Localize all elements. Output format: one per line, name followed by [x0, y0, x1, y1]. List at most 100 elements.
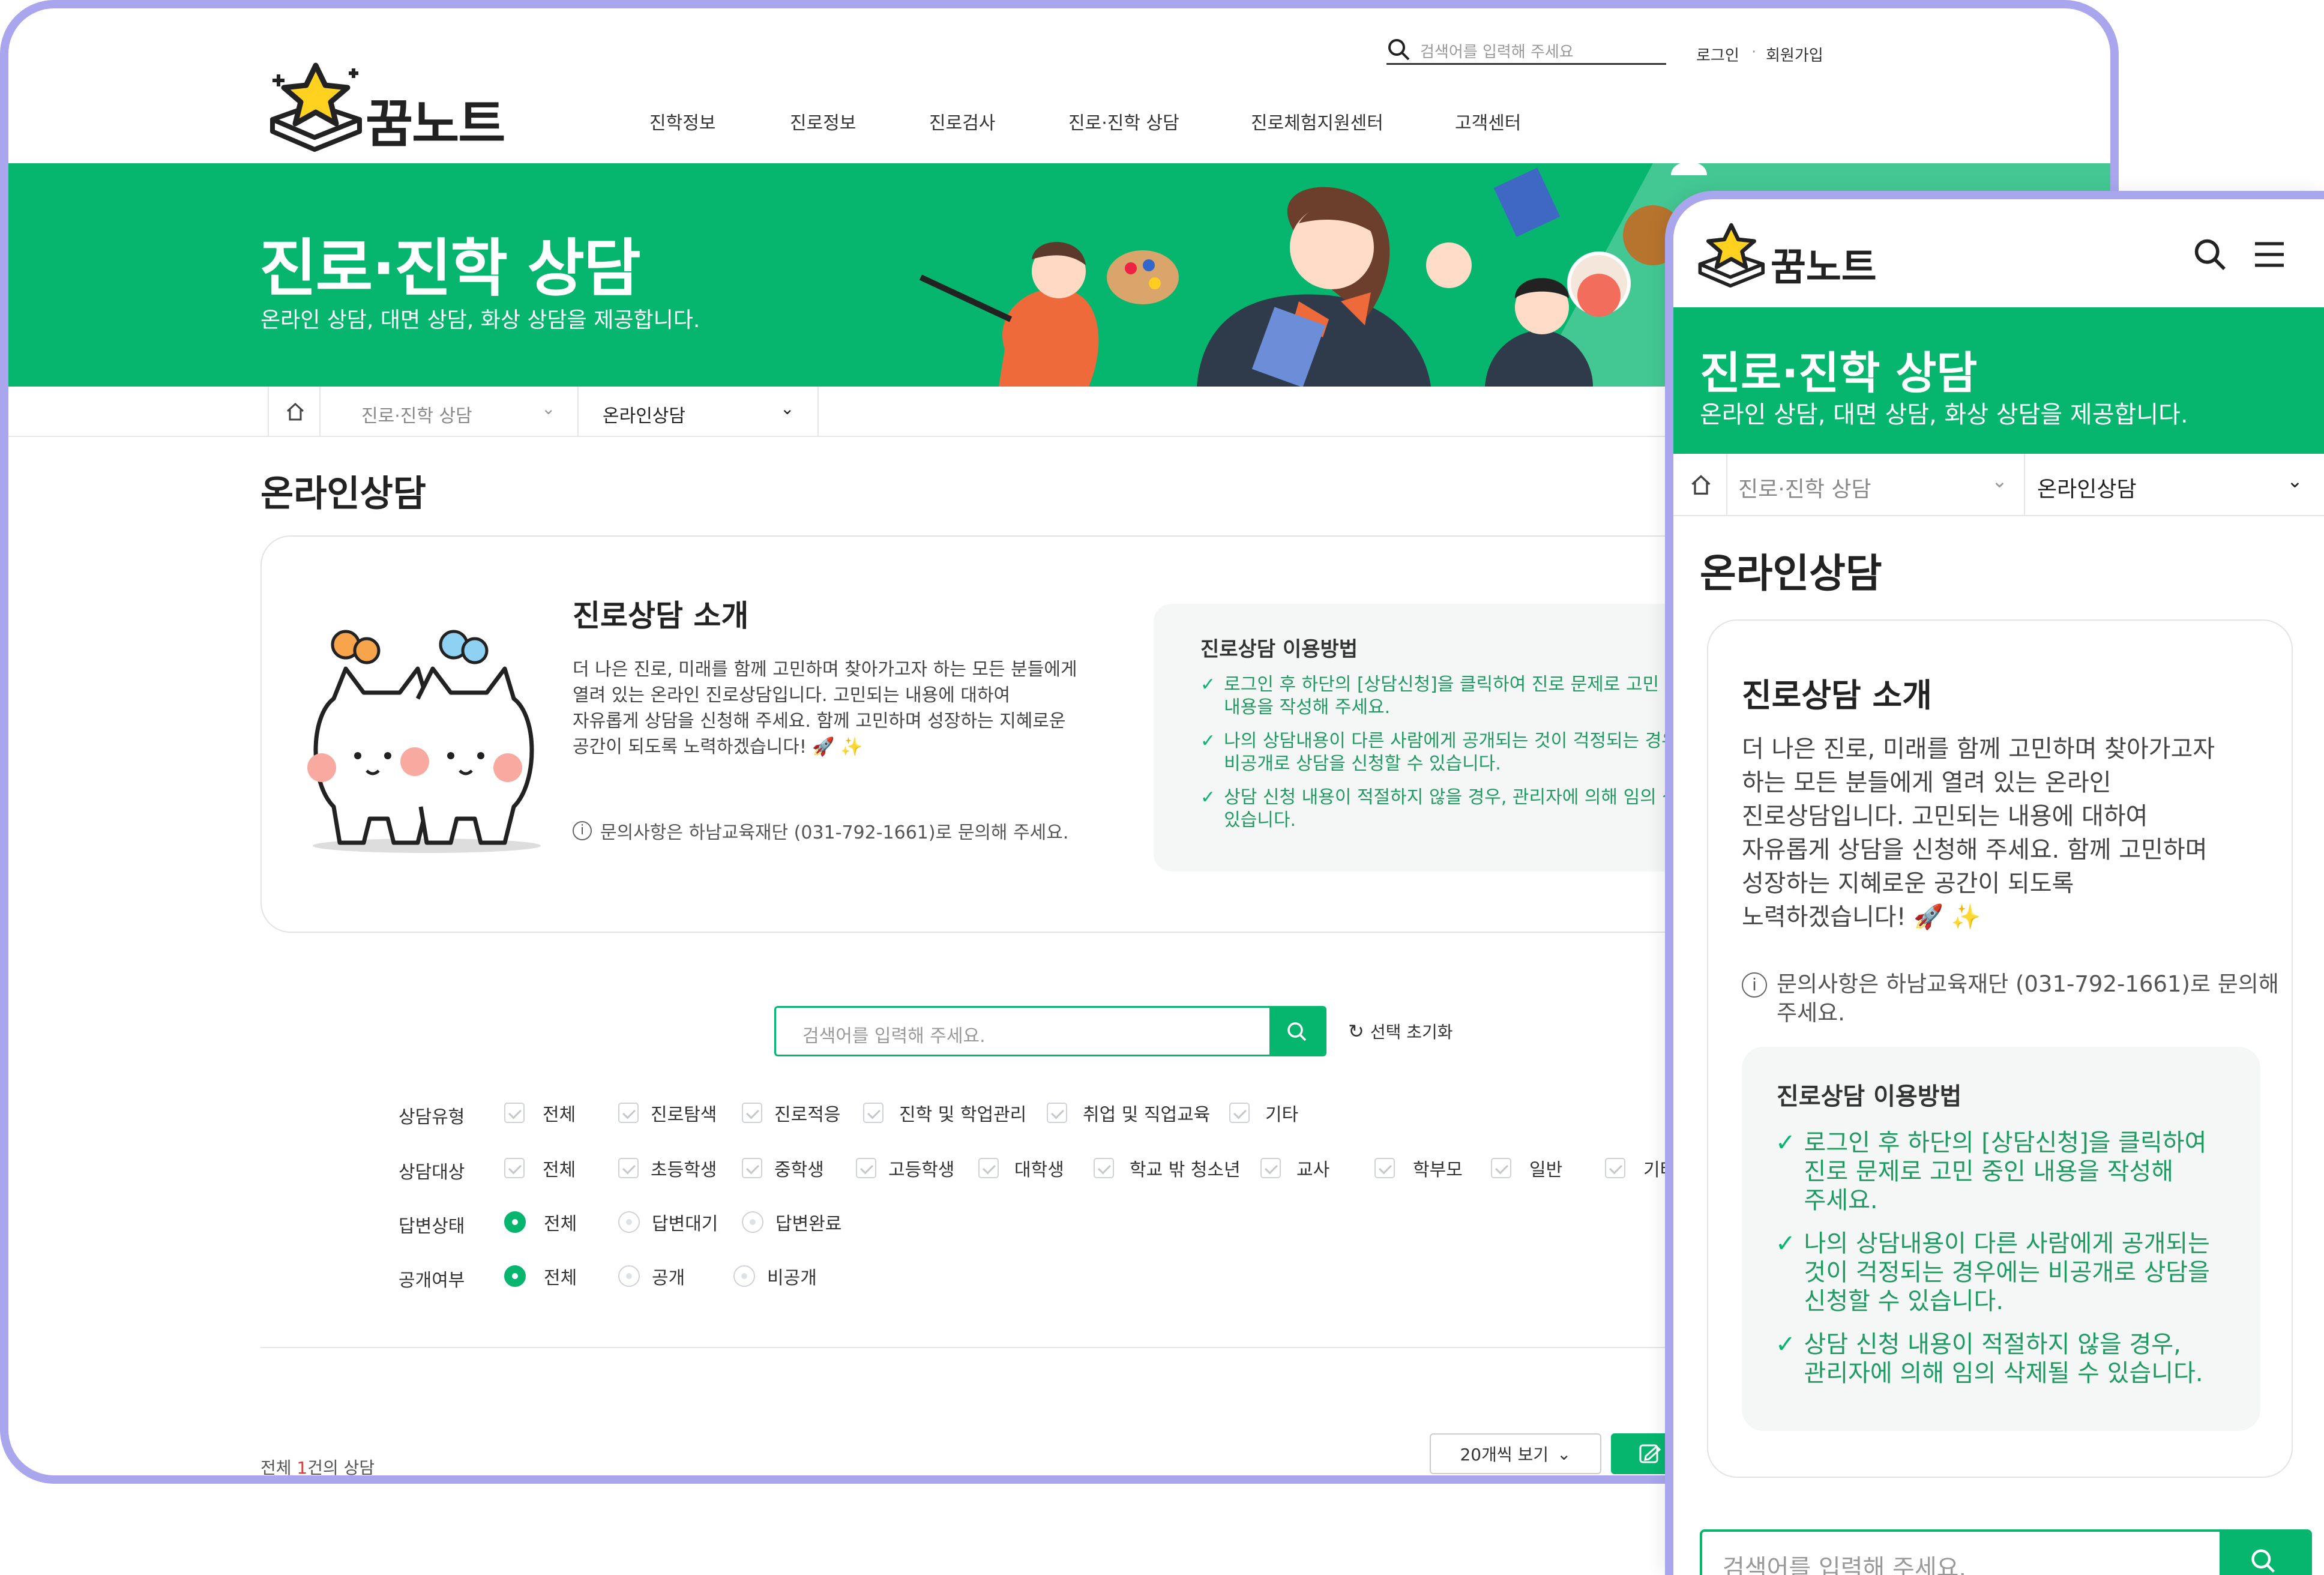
howto-box: 진로상담 이용방법 ✓ 로그인 후 하단의 [상담신청]을 클릭하여 진로 문제로 … [1742, 1047, 2260, 1431]
filter-target-college[interactable]: 대학생 [978, 1155, 1064, 1181]
nav-item-counseling[interactable]: 진로·진학 상담 [1068, 108, 1179, 134]
nav-item-career[interactable]: 진로정보 [790, 108, 856, 134]
checkbox[interactable] [1260, 1158, 1281, 1178]
nav-item-test[interactable]: 진로검사 [929, 108, 995, 134]
home-button[interactable] [1673, 454, 1727, 516]
search-button[interactable] [2220, 1532, 2310, 1575]
filter-type-adapt[interactable]: 진로적응 [742, 1100, 840, 1126]
checkbox[interactable] [1229, 1103, 1250, 1123]
checkbox[interactable] [742, 1158, 762, 1178]
checkbox[interactable] [618, 1158, 639, 1178]
breadcrumb-level2[interactable]: 온라인상담 ⌄ [2025, 454, 2324, 516]
howto-title: 진로상담 이용방법 [1200, 637, 1358, 661]
nav-item-support[interactable]: 고객센터 [1455, 108, 1521, 134]
radio[interactable] [504, 1265, 526, 1287]
intro-line: 더 나은 진로, 미래를 함께 고민하며 찾아가고자 [1742, 735, 2215, 763]
hero-title: 진로·진학 상담 [259, 232, 641, 305]
login-link[interactable]: 로그인 [1696, 43, 1739, 65]
intro-line: 열려 있는 온라인 진로상담입니다. 고민되는 내용에 대하여 [573, 685, 1011, 706]
contact-line: 주세요. [1777, 1000, 1845, 1026]
filter-type-all[interactable]: 전체 [504, 1100, 576, 1126]
checkbox[interactable] [742, 1103, 762, 1123]
howto-item: ✓ 로그인 후 하단의 [상담신청]을 클릭하여 진로 문제로 고민 중 내용을 작… [1200, 673, 1681, 719]
option-label: 취업 및 직업교육 [1083, 1104, 1211, 1125]
filter-status-done[interactable]: 답변완료 [742, 1209, 841, 1235]
filter-public-open[interactable]: 공개 [618, 1263, 685, 1289]
radio[interactable] [618, 1265, 640, 1287]
home-icon [286, 402, 304, 421]
intro-card: 진로상담 소개 더 나은 진로, 미래를 함께 고민하며 찾아가고자 하는 모든… [1707, 619, 2293, 1478]
breadcrumb-level1[interactable]: 진로·진학 상담 ⌄ [1727, 454, 2025, 516]
checkbox[interactable] [1491, 1158, 1511, 1178]
logo-text: 꿈노트 [1771, 245, 1877, 290]
howto-line: 로그인 후 하단의 [상담신청]을 클릭하여 [1804, 1129, 2207, 1157]
filter-type-study[interactable]: 진학 및 학업관리 [863, 1100, 1026, 1126]
checkbox[interactable] [856, 1158, 876, 1178]
signup-link[interactable]: 회원가입 [1766, 43, 1823, 65]
option-label: 일반 [1529, 1160, 1563, 1181]
nav-item-admission[interactable]: 진학정보 [649, 108, 715, 134]
filter-type-explore[interactable]: 진로탐색 [618, 1100, 717, 1126]
search-button[interactable] [1269, 1008, 1325, 1055]
howto-line: 것이 걱정되는 경우에는 비공개로 상담을 [1804, 1259, 2210, 1286]
home-icon [1691, 475, 1711, 495]
checkbox[interactable] [1374, 1158, 1395, 1178]
filter-status-waiting[interactable]: 답변대기 [618, 1209, 718, 1235]
howto-line: 나의 상담내용이 다른 사람에게 공개되는 것이 걱정되는 경우 [1224, 730, 1678, 751]
check-icon: ✓ [1200, 730, 1216, 751]
menu-icon[interactable] [2251, 236, 2288, 273]
nav-item-experience[interactable]: 진로체험지원센터 [1251, 108, 1383, 134]
filter-public-label: 공개여부 [399, 1270, 465, 1291]
breadcrumb-level2[interactable]: 온라인상담 ⌄ [579, 387, 819, 437]
option-label: 중학생 [774, 1160, 824, 1181]
howto-line: 상담 신청 내용이 적절하지 않을 경우, [1804, 1331, 2181, 1358]
filter-public-private[interactable]: 비공개 [733, 1263, 817, 1289]
filter-public-all[interactable]: 전체 [504, 1263, 577, 1289]
radio[interactable] [742, 1211, 763, 1233]
filter-status-all[interactable]: 전체 [504, 1209, 577, 1235]
header-search-input[interactable]: 검색어를 입력해 주세요 [1420, 40, 1574, 62]
radio[interactable] [504, 1211, 526, 1233]
filter-type-etc[interactable]: 기타 [1229, 1100, 1298, 1126]
filter-target-outofschool[interactable]: 학교 밖 청소년 [1094, 1155, 1241, 1181]
filter-target-teacher[interactable]: 교사 [1260, 1155, 1329, 1181]
hero-title: 진로·진학 상담 [1700, 348, 1978, 399]
search-icon[interactable] [2191, 235, 2229, 274]
reset-button[interactable]: ↻ 선택 초기화 [1348, 1019, 1453, 1043]
breadcrumb-level1[interactable]: 진로·진학 상담 ⌄ [321, 387, 579, 437]
filter-target-general[interactable]: 일반 [1491, 1155, 1562, 1181]
filter-target-high[interactable]: 고등학생 [856, 1155, 954, 1181]
page-size-select[interactable]: 20개씩 보기 ⌄ [1430, 1433, 1601, 1474]
filter-type-job[interactable]: 취업 및 직업교육 [1047, 1100, 1210, 1126]
filter-target-elementary[interactable]: 초등학생 [618, 1155, 717, 1181]
header-search[interactable]: 검색어를 입력해 주세요 [1386, 35, 1666, 65]
howto-list: ✓ 로그인 후 하단의 [상담신청]을 클릭하여 진로 문제로 고민 중 내용을 작… [1200, 673, 1681, 832]
intro-line: 자유롭게 상담을 신청해 주세요. 함께 고민하며 [1742, 836, 2208, 864]
total-suffix: 건의 상담 [307, 1458, 375, 1478]
list-search-input[interactable]: 검색어를 입력해 주세요. [1723, 1549, 1966, 1575]
filter-target-middle[interactable]: 중학생 [742, 1155, 824, 1181]
search-icon [1287, 1022, 1307, 1041]
checkbox[interactable] [504, 1103, 525, 1123]
filter-target-all[interactable]: 전체 [504, 1155, 576, 1181]
list-search: 검색어를 입력해 주세요. [774, 1006, 1326, 1056]
logo[interactable]: 꿈노트 [260, 56, 513, 158]
checkbox[interactable] [1047, 1103, 1067, 1123]
radio[interactable] [618, 1211, 640, 1233]
checkbox[interactable] [978, 1158, 999, 1178]
checkbox[interactable] [1605, 1158, 1625, 1178]
logo-star-book-icon [1698, 223, 1765, 288]
radio[interactable] [733, 1265, 755, 1287]
search-icon[interactable] [1386, 37, 1410, 61]
home-button[interactable] [268, 387, 321, 437]
checkbox[interactable] [863, 1103, 884, 1123]
checkbox[interactable] [1094, 1158, 1114, 1178]
intro-line: 성장하는 지혜로운 공간이 되도록 [1742, 870, 2074, 897]
page-title: 온라인상담 [260, 473, 426, 515]
checkbox[interactable] [618, 1103, 639, 1123]
checkbox[interactable] [504, 1158, 525, 1178]
howto-line: 내용을 작성해 주세요. [1224, 697, 1391, 718]
list-search-input[interactable]: 검색어를 입력해 주세요. [802, 1021, 986, 1047]
mobile-logo[interactable]: 꿈노트 [1691, 217, 1895, 295]
filter-target-parent[interactable]: 학부모 [1374, 1155, 1463, 1181]
